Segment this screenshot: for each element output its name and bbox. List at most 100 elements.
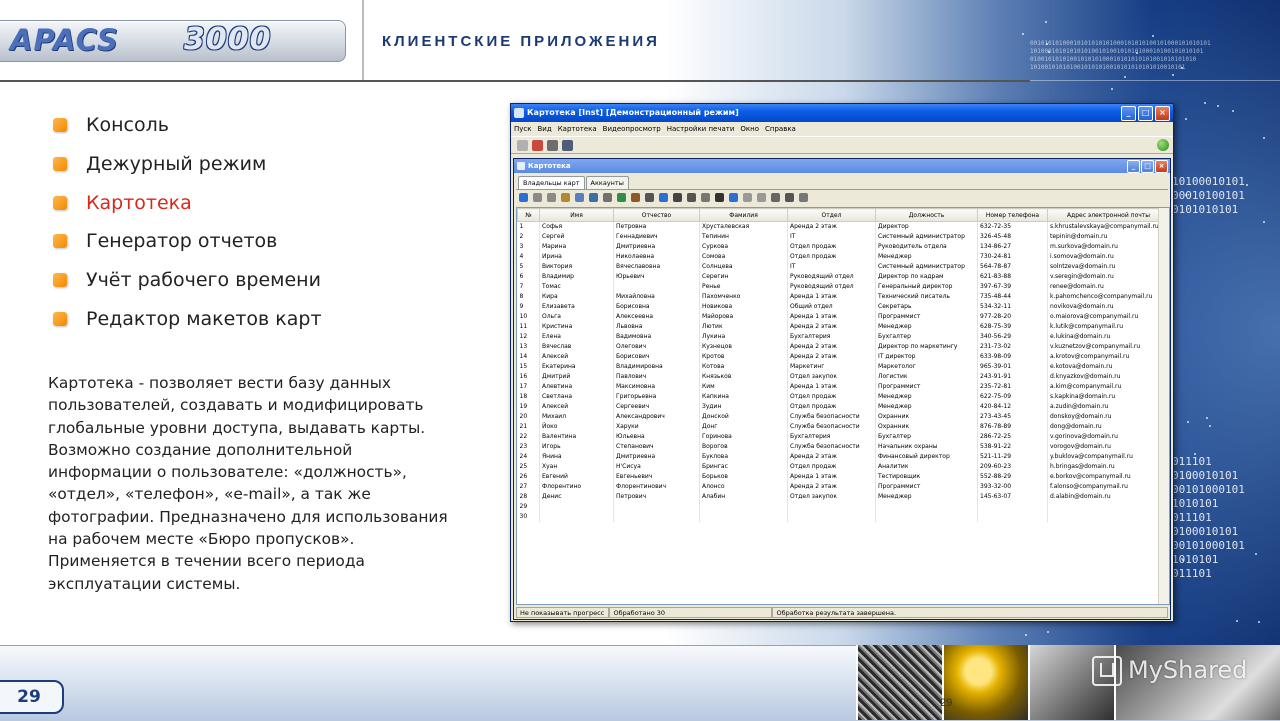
- table-cell: Системный администратор: [875, 232, 978, 242]
- filter-icon[interactable]: [575, 193, 584, 202]
- table-row[interactable]: 20 Михаил Александрович Донской Служба безоп…: [517, 412, 1169, 422]
- table-row[interactable]: 2 Сергей Геннадиевич Тепинин IT Системный адм…: [517, 232, 1169, 242]
- main-toolbar: [511, 136, 1173, 154]
- description-text: Картотека - позволяет вести базу данных …: [48, 374, 448, 593]
- table-row[interactable]: 30: [517, 512, 1169, 522]
- print-icon[interactable]: [562, 139, 573, 151]
- table-row[interactable]: 18 Светлана Григорьевна Капкина Отдел продаж…: [517, 392, 1169, 402]
- table-row[interactable]: 1 Софья Петровна Хрусталевская Аренда 2 этаж…: [517, 221, 1169, 232]
- column-header[interactable]: Имя: [539, 208, 614, 222]
- app-list-item-card-file[interactable]: Картотека: [50, 183, 450, 222]
- table-row[interactable]: 4 Ирина Николаевна Сомова Отдел продаж Менедж…: [517, 252, 1169, 262]
- menu-video[interactable]: Видеопросмотр: [600, 125, 664, 133]
- table-row[interactable]: 6 Владимир Юрьевич Серегин Руководящий отдел…: [517, 272, 1169, 282]
- column-header[interactable]: Адрес электронной почты: [1047, 208, 1169, 222]
- table-row[interactable]: 3 Марина Дмитриевна Суркова Отдел продаж Руко…: [517, 242, 1169, 252]
- table-cell: Охранник: [875, 412, 978, 422]
- app-list-item-duty-mode[interactable]: Дежурный режим: [50, 145, 450, 184]
- play-icon[interactable]: [729, 193, 738, 202]
- column-header[interactable]: №: [517, 208, 540, 222]
- edit-icon[interactable]: [533, 193, 542, 202]
- table-row[interactable]: 12 Елена Вадимовна Лукина Бухгалтерия Бухгалт…: [517, 332, 1169, 342]
- table-row[interactable]: 16 Дмитрий Павлович Князьков Отдел закупок Ло…: [517, 372, 1169, 382]
- window-titlebar[interactable]: Картотека [Inst] [Демонстрационный режим…: [511, 104, 1173, 122]
- table-row[interactable]: 26 Евгений Евгеньевич Борьков Аренда 1 этаж Т…: [517, 472, 1169, 482]
- maximize-button[interactable]: □: [1138, 106, 1153, 121]
- table-row[interactable]: 5 Виктория Вячеславовна Солнцева IT Системный…: [517, 262, 1169, 272]
- printer-icon[interactable]: [785, 193, 794, 202]
- table-row[interactable]: 23 Игорь Степанович Ворогов Служба безопасно…: [517, 442, 1169, 452]
- table-cell: 24: [517, 452, 540, 462]
- disconnect-icon[interactable]: [532, 139, 543, 151]
- column-header[interactable]: Должность: [875, 208, 978, 222]
- table-cell: 552-88-29: [977, 472, 1048, 482]
- connect-icon[interactable]: [517, 139, 528, 151]
- print-icon[interactable]: [687, 193, 696, 202]
- table-row[interactable]: 17 Алевтина Максимовна Ким Аренда 1 этаж Прог…: [517, 382, 1169, 392]
- table-row[interactable]: 28 Денис Петрович Алабин Отдел закупок Менедж…: [517, 492, 1169, 502]
- menu-view[interactable]: Вид: [534, 125, 554, 133]
- table-row[interactable]: 27 Флорентино Флорентинович Алонсо Аренда 2 …: [517, 482, 1169, 492]
- table-cell: Михаил: [539, 412, 614, 422]
- table-row[interactable]: 24 Янина Дмитриевна Буклова Аренда 2 этаж Фин…: [517, 452, 1169, 462]
- export-icon[interactable]: [701, 193, 710, 202]
- column-header[interactable]: Отчество: [613, 208, 700, 222]
- table-row[interactable]: 9 Елизавета Борисовна Новикова Общий отдел Се…: [517, 302, 1169, 312]
- find-icon[interactable]: [561, 193, 570, 202]
- minimize-button[interactable]: _: [1121, 106, 1136, 121]
- menu-card-file[interactable]: Картотека: [555, 125, 600, 133]
- table-row[interactable]: 22 Валентина Юльевна Горинова Бухгалтерия Бух…: [517, 432, 1169, 442]
- menu-window[interactable]: Окно: [737, 125, 762, 133]
- menu-help[interactable]: Справка: [762, 125, 799, 133]
- stop-icon[interactable]: [757, 193, 766, 202]
- menu-start[interactable]: Пуск: [511, 125, 534, 133]
- child-close-button[interactable]: ×: [1155, 160, 1168, 173]
- table-cell: Отдел продаж: [787, 462, 876, 472]
- binoculars-icon[interactable]: [715, 193, 724, 202]
- table-cell: Владимировна: [613, 362, 700, 372]
- table-row[interactable]: 7 Томас Ренье Руководящий отдел Генеральный …: [517, 282, 1169, 292]
- add-icon[interactable]: [519, 193, 528, 202]
- pause-icon[interactable]: [743, 193, 752, 202]
- child-maximize-button[interactable]: □: [1141, 160, 1154, 173]
- table-row[interactable]: 25 Хуан Н'Сисуа Брингас Отдел продаж Аналитик…: [517, 462, 1169, 472]
- help-icon[interactable]: [1157, 139, 1169, 151]
- app-list-item-report-generator[interactable]: Генератор отчетов: [50, 222, 450, 261]
- table-row[interactable]: 19 Алексей Сергеевич Зудин Отдел продаж Менед…: [517, 402, 1169, 412]
- settings-icon[interactable]: [547, 139, 558, 151]
- child-minimize-button[interactable]: _: [1127, 160, 1140, 173]
- table-cell: 730-24-81: [977, 252, 1048, 262]
- photo-icon[interactable]: [645, 193, 654, 202]
- app-list-item-time-tracking[interactable]: Учёт рабочего времени: [50, 261, 450, 300]
- table-cell: 977-28-20: [977, 312, 1048, 322]
- menu-print-settings[interactable]: Настройки печати: [664, 125, 738, 133]
- delete-icon[interactable]: [547, 193, 556, 202]
- table-row[interactable]: 29: [517, 502, 1169, 512]
- vertical-scrollbar[interactable]: [1158, 208, 1169, 604]
- refresh-icon[interactable]: [659, 193, 668, 202]
- grid-icon[interactable]: [603, 193, 612, 202]
- table-row[interactable]: 10 Ольга Алексеевна Майорова Аренда 1 этаж Пр…: [517, 312, 1169, 322]
- column-header[interactable]: Отдел: [787, 208, 876, 222]
- access-icon[interactable]: [617, 193, 626, 202]
- table-cell: Елена: [539, 332, 614, 342]
- table-row[interactable]: 15 Екатерина Владимировна Котова Маркетинг Ма…: [517, 362, 1169, 372]
- table-row[interactable]: 8 Кира Михайловна Пахомченко Аренда 1 этаж Те…: [517, 292, 1169, 302]
- camera-icon[interactable]: [771, 193, 780, 202]
- app-list-item-card-layout-editor[interactable]: Редактор макетов карт: [50, 299, 450, 338]
- group-icon[interactable]: [631, 193, 640, 202]
- table-row[interactable]: 11 Кристина Львовна Лютик Аренда 2 этаж Менед…: [517, 322, 1169, 332]
- close-button[interactable]: ×: [1155, 106, 1170, 121]
- tab-card-owners[interactable]: Владельцы карт: [518, 176, 585, 189]
- column-header[interactable]: Номер телефона: [977, 208, 1048, 222]
- card-icon[interactable]: [589, 193, 598, 202]
- app-list-item-console[interactable]: Консоль: [50, 106, 450, 145]
- tab-accounts[interactable]: Аккаунты: [585, 176, 629, 189]
- table-row[interactable]: 13 Вячеслав Олегович Кузнецов Аренда 2 этаж Д…: [517, 342, 1169, 352]
- report-icon[interactable]: [799, 193, 808, 202]
- table-row[interactable]: 21 Йоко Харуки Донг Служба безопасности Охран…: [517, 422, 1169, 432]
- text-icon[interactable]: [673, 193, 682, 202]
- table-row[interactable]: 14 Алексей Борисович Кротов Аренда 2 этаж IT …: [517, 352, 1169, 362]
- child-titlebar[interactable]: Картотека _ □ ×: [514, 159, 1170, 173]
- column-header[interactable]: Фамилия: [699, 208, 788, 222]
